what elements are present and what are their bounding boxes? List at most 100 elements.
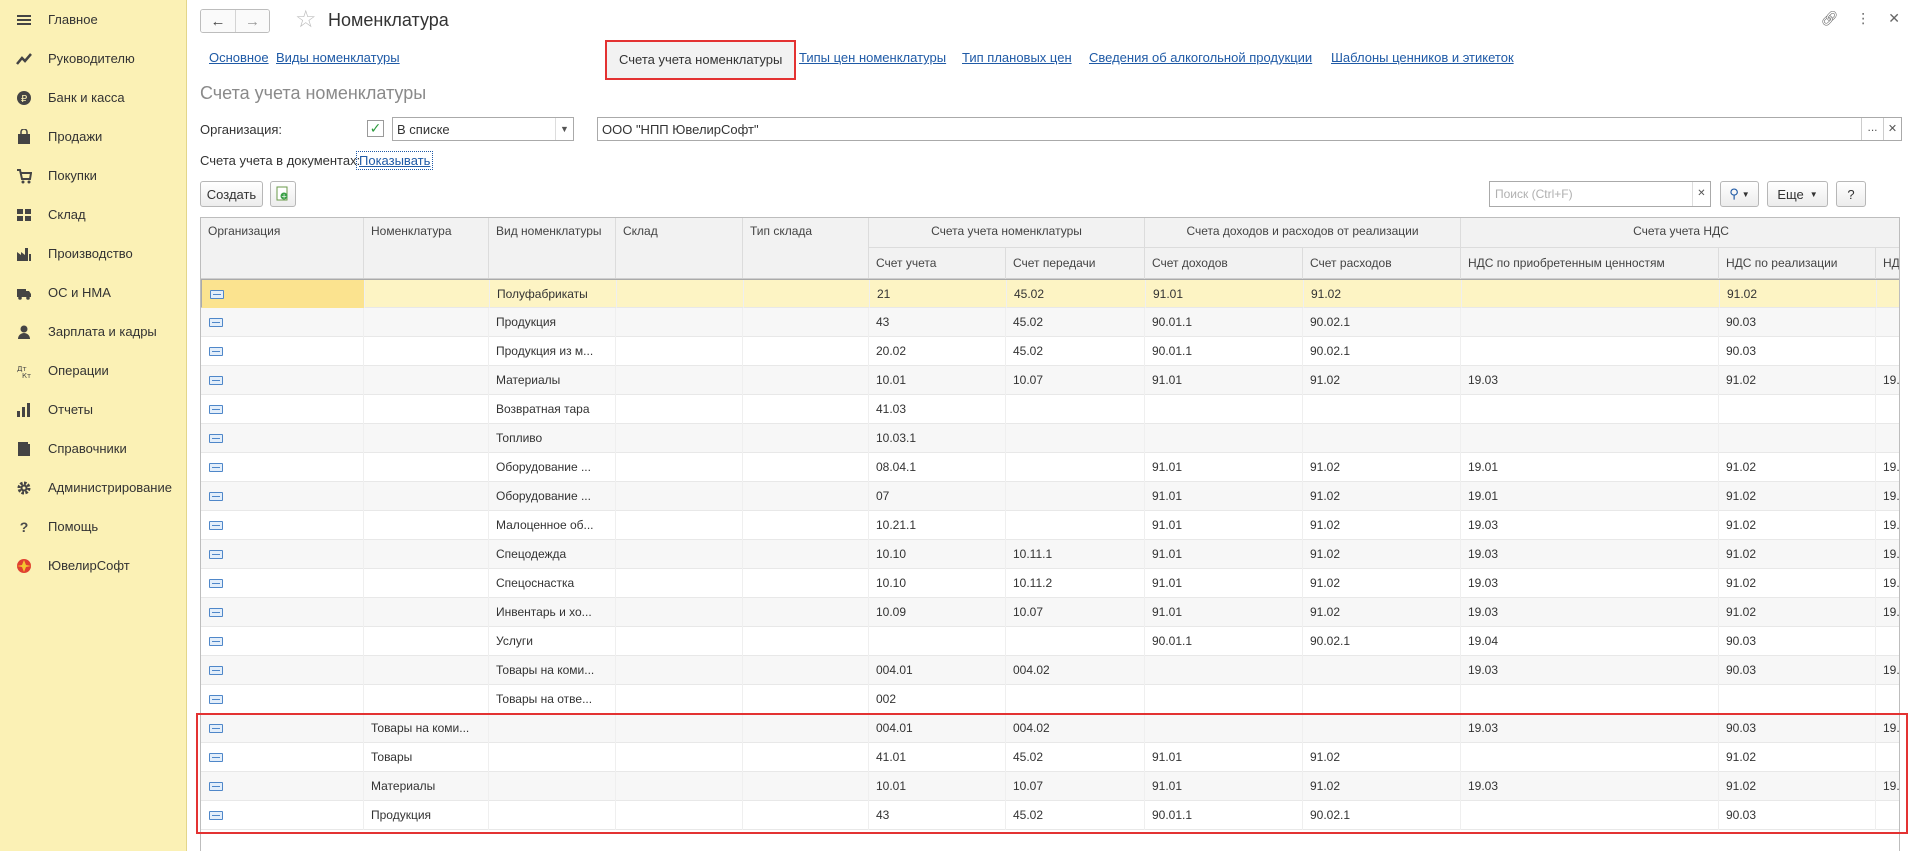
- table-row[interactable]: Спецоснастка 10.10 10.11.2 91.01 91.02 19.03 9…: [201, 569, 1899, 598]
- sidebar-item-label: Операции: [48, 363, 109, 378]
- cell-vat-sales: 90.03: [1719, 308, 1876, 337]
- section-title: Счета учета номенклатуры: [200, 83, 427, 103]
- cell-vat-sales: 91.02: [1719, 366, 1876, 395]
- table-row[interactable]: Оборудование ... 07 91.01 91.02 19.01 91.02 19…: [201, 482, 1899, 511]
- sidebar-item-jewelersoft[interactable]: ЮвелирСофт: [0, 546, 186, 585]
- more-vertical-icon[interactable]: ⋮: [1856, 10, 1870, 27]
- col-expense-account[interactable]: Счет расходов: [1303, 248, 1461, 279]
- sidebar-item-assets[interactable]: ОС и НМА: [0, 273, 186, 312]
- table-row[interactable]: Товары 41.01 45.02 91.01 91.02 91.02: [201, 743, 1899, 772]
- col-organization[interactable]: Организация: [201, 218, 364, 278]
- create-button[interactable]: Создать: [200, 181, 263, 207]
- col-income-account[interactable]: Счет доходов: [1145, 248, 1303, 279]
- sidebar-item-production[interactable]: Производство: [0, 234, 186, 273]
- clear-search-icon[interactable]: ✕: [1692, 182, 1710, 206]
- report-icon: [14, 400, 34, 420]
- col-nomenclature[interactable]: Номенклатура: [364, 218, 489, 278]
- tab-main[interactable]: Основное: [209, 50, 269, 65]
- sidebar-item-label: Производство: [48, 246, 133, 261]
- chevron-down-icon[interactable]: ▼: [555, 118, 573, 140]
- tab-planned-prices[interactable]: Тип плановых цен: [962, 50, 1072, 65]
- close-icon[interactable]: ✕: [1888, 10, 1900, 27]
- toolbar: Создать + Поиск (Ctrl+F) ✕ ⚲ ▼ Еще ▼ ?: [200, 181, 1914, 207]
- cell-warehouse: [616, 366, 743, 395]
- tab-price-tag-templates[interactable]: Шаблоны ценников и этикеток: [1331, 50, 1514, 65]
- forward-button[interactable]: →: [235, 10, 269, 32]
- col-warehouse[interactable]: Склад: [616, 218, 743, 278]
- cell-account: 004.01: [869, 656, 1006, 685]
- back-button[interactable]: ←: [201, 10, 235, 32]
- sidebar-item-bank[interactable]: ₽ Банк и касса: [0, 78, 186, 117]
- col-kind[interactable]: Вид номенклатуры: [489, 218, 616, 278]
- sidebar-item-salary[interactable]: Зарплата и кадры: [0, 312, 186, 351]
- sidebar-item-purchases[interactable]: Покупки: [0, 156, 186, 195]
- tab-nomenclature-kinds[interactable]: Виды номенклатуры: [276, 50, 400, 65]
- sidebar-item-warehouse[interactable]: Склад: [0, 195, 186, 234]
- favorite-star-icon[interactable]: ☆: [295, 7, 317, 33]
- select-ellipsis-button[interactable]: ...: [1861, 118, 1883, 140]
- cell-income-account: 91.01: [1145, 511, 1303, 540]
- sidebar-item-sales[interactable]: Продажи: [0, 117, 186, 156]
- sidebar-item-operations[interactable]: Дт Кт Операции: [0, 351, 186, 390]
- col-warehouse-type[interactable]: Тип склада: [743, 218, 869, 278]
- col-account[interactable]: Счет учета: [869, 248, 1006, 279]
- cell-transfer-account: [1006, 453, 1145, 482]
- tab-nomenclature-accounts[interactable]: Счета учета номенклатуры: [605, 40, 797, 80]
- cell-vat-acquired: [1461, 801, 1719, 830]
- help-button[interactable]: ?: [1836, 181, 1866, 207]
- table-row[interactable]: Продукция 43 45.02 90.01.1 90.02.1 90.03: [201, 308, 1899, 337]
- search-button[interactable]: ⚲ ▼: [1720, 181, 1759, 207]
- tab-alcohol-info[interactable]: Сведения об алкогольной продукции: [1089, 50, 1312, 65]
- table-row[interactable]: Услуги 90.01.1 90.02.1 19.04 90.03: [201, 627, 1899, 656]
- copy-document-button[interactable]: +: [270, 181, 296, 207]
- cell-nomenclature: [364, 337, 489, 366]
- table-row[interactable]: Оборудование ... 08.04.1 91.01 91.02 19.01 91…: [201, 453, 1899, 482]
- table-row[interactable]: Материалы 10.01 10.07 91.01 91.02 19.03 91.02 1…: [201, 772, 1899, 801]
- search-input[interactable]: Поиск (Ctrl+F) ✕: [1489, 181, 1711, 207]
- table-row[interactable]: Продукция 43 45.02 90.01.1 90.02.1 90.03: [201, 801, 1899, 830]
- sidebar-item-help[interactable]: ? Помощь: [0, 507, 186, 546]
- table-row[interactable]: Продукция из м... 20.02 45.02 90.01.1 90.02.…: [201, 337, 1899, 366]
- table-row[interactable]: Товары на отве... 002: [201, 685, 1899, 714]
- link-icon[interactable]: 🔗︎: [1820, 10, 1838, 27]
- cell-vat-acquired: 19.04: [1461, 627, 1719, 656]
- organization-filter-checkbox[interactable]: ✓: [367, 120, 384, 137]
- clear-icon[interactable]: ✕: [1883, 118, 1901, 140]
- cell-vat-more: 19.0: [1876, 366, 1899, 395]
- col-transfer-account[interactable]: Счет передачи: [1006, 248, 1145, 279]
- col-vat-sales[interactable]: НДС по реализации: [1719, 248, 1876, 279]
- table-row[interactable]: Инвентарь и хо... 10.09 10.07 91.01 91.02 19.…: [201, 598, 1899, 627]
- sidebar-item-reports[interactable]: Отчеты: [0, 390, 186, 429]
- more-button[interactable]: Еще ▼: [1767, 181, 1828, 207]
- sidebar-item-director[interactable]: Руководителю: [0, 39, 186, 78]
- sidebar-item-catalogs[interactable]: Справочники: [0, 429, 186, 468]
- table-row[interactable]: Товары на коми... 004.01 004.02 19.03 90.03 1…: [201, 656, 1899, 685]
- table-row[interactable]: Товары на коми... 004.01 004.02 19.03 90.03 1…: [201, 714, 1899, 743]
- table-row[interactable]: Возвратная тара 41.03: [201, 395, 1899, 424]
- copy-document-icon: +: [276, 186, 288, 201]
- cell-organization: [201, 308, 364, 337]
- table-row[interactable]: Полуфабрикаты 21 45.02 91.01 91.02 91.02: [201, 279, 1899, 309]
- sidebar-item-label: Банк и касса: [48, 90, 125, 105]
- organization-mode-select[interactable]: В списке ▼: [392, 117, 574, 141]
- cell-vat-acquired: 19.03: [1461, 511, 1719, 540]
- organization-field[interactable]: ООО "НПП ЮвелирСофт" ... ✕: [597, 117, 1902, 141]
- cell-kind: Материалы: [489, 366, 616, 395]
- sidebar-item-main[interactable]: Главное: [0, 0, 186, 39]
- table-row[interactable]: Малоценное об... 10.21.1 91.01 91.02 19.03 91…: [201, 511, 1899, 540]
- table-row[interactable]: Материалы 10.01 10.07 91.01 91.02 19.03 91.02 1…: [201, 366, 1899, 395]
- cell-warehouse: [616, 453, 743, 482]
- tab-price-types[interactable]: Типы цен номенклатуры: [799, 50, 946, 65]
- table-row[interactable]: Спецодежда 10.10 10.11.1 91.01 91.02 19.03 91.…: [201, 540, 1899, 569]
- cell-warehouse-type: [743, 598, 869, 627]
- cell-vat-acquired: [1461, 424, 1719, 453]
- cell-vat-acquired: [1461, 308, 1719, 337]
- cell-vat-acquired: 19.03: [1461, 569, 1719, 598]
- cell-vat-more: 19.0: [1876, 482, 1899, 511]
- sidebar-item-label: ЮвелирСофт: [48, 558, 130, 573]
- show-link[interactable]: Показывать: [356, 151, 434, 170]
- col-vat-more[interactable]: НДС: [1876, 248, 1899, 279]
- table-row[interactable]: Топливо 10.03.1: [201, 424, 1899, 453]
- col-vat-acquired[interactable]: НДС по приобретенным ценностям: [1461, 248, 1719, 279]
- sidebar-item-admin[interactable]: Администрирование: [0, 468, 186, 507]
